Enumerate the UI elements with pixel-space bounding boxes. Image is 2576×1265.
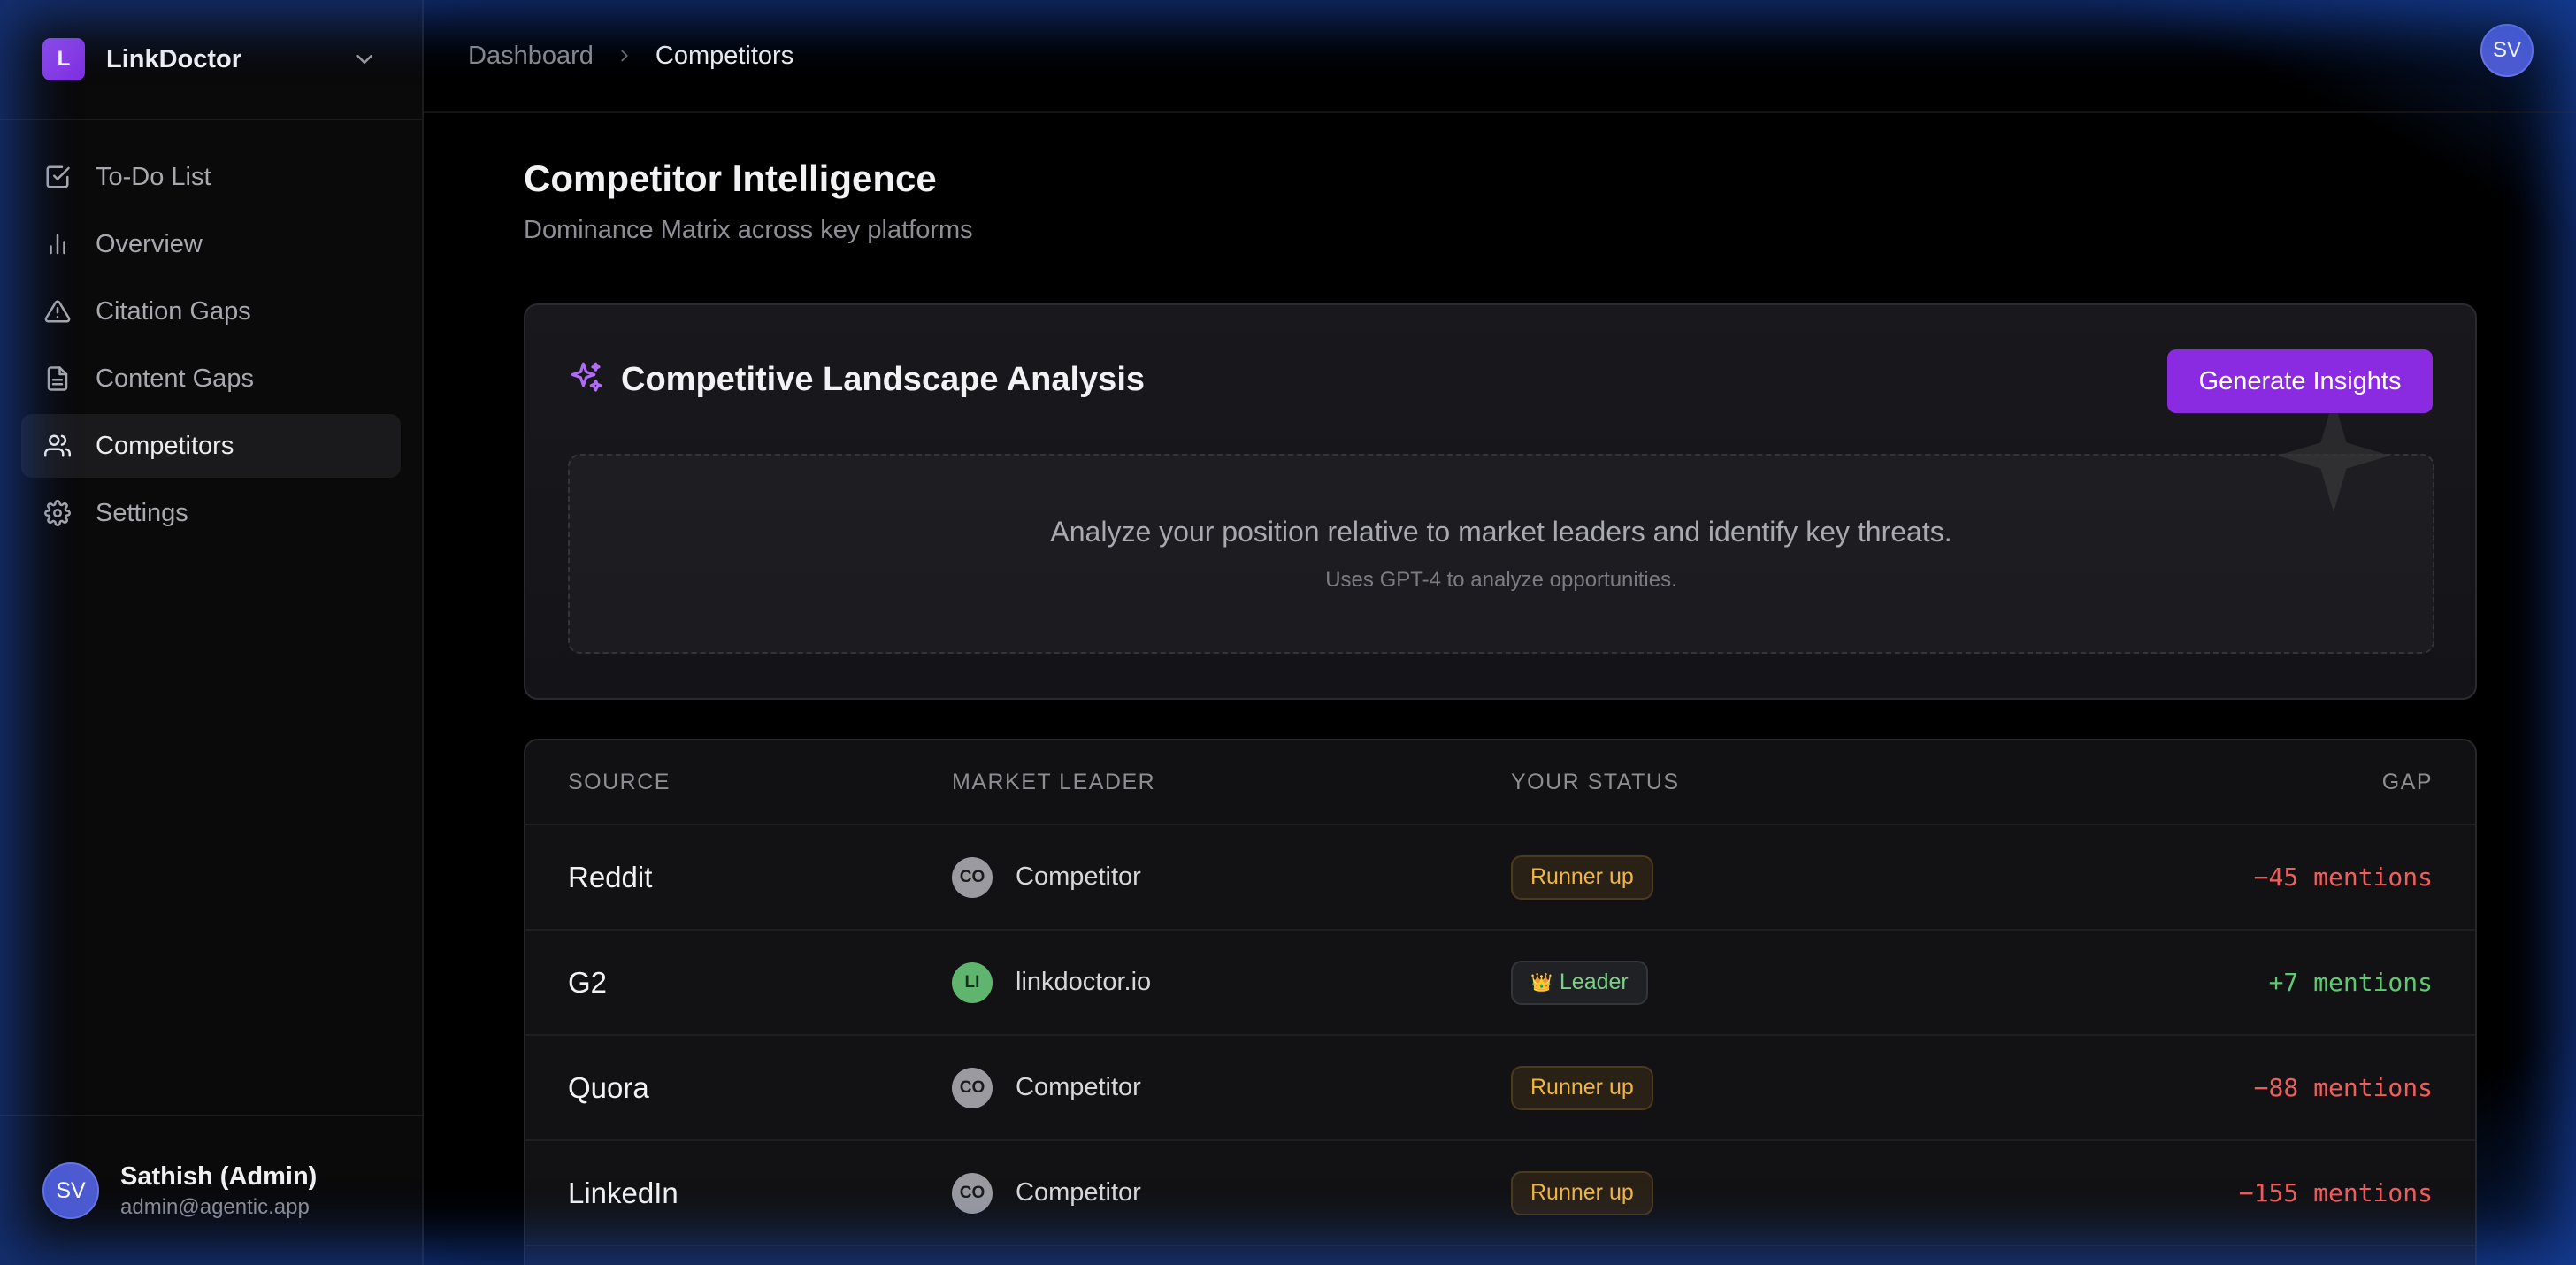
sidebar-item-competitors[interactable]: Competitors [21,414,401,478]
status-label: Leader [1559,970,1629,994]
source-name: LinkedIn [568,1176,678,1209]
table-row[interactable]: G2 LI linkdoctor.io 👑 Leader +7 mentions [525,931,2475,1036]
insights-placeholder: Analyze your position relative to market… [568,454,2434,654]
sidebar: L LinkDoctor To-Do List Overview Citatio… [0,0,424,1265]
main-content: Competitor Intelligence Dominance Matrix… [524,113,2477,1265]
status-badge: Runner up [1511,1065,1653,1110]
users-icon [44,434,71,457]
breadcrumb: Dashboard Competitors [468,42,794,71]
sidebar-item-label: To-Do List [96,162,211,191]
breadcrumb-current: Competitors [655,41,794,70]
table-row[interactable]: LinkedIn CO Competitor Runner up −155 me… [525,1141,2475,1246]
leader-avatar: CO [952,856,993,898]
app-logo: L [42,38,85,80]
leader-avatar: CO [952,1172,993,1214]
leader-avatar: LI [952,962,993,1003]
source-name: Quora [568,1070,649,1104]
warning-icon [44,300,71,323]
breadcrumb-dashboard[interactable]: Dashboard [468,42,594,71]
column-header-leader[interactable]: MARKET LEADER [952,770,1511,795]
status-badge: Runner up [1511,1170,1653,1215]
leader-name: Competitor [1016,862,1141,891]
sidebar-item-settings[interactable]: Settings [21,481,401,545]
leader-avatar: CO [952,1067,993,1108]
chevron-right-icon [615,46,634,65]
checkbox-icon [46,165,70,188]
avatar: SV [42,1162,99,1219]
leader-name: Competitor [1016,1073,1141,1101]
workspace-switcher[interactable]: L LinkDoctor [0,0,422,120]
chevron-down-icon[interactable] [351,46,378,77]
source-name: Reddit [568,860,653,893]
topbar: Dashboard Competitors SV [424,0,2576,113]
user-profile[interactable]: SV Sathish (Admin) admin@agentic.app [0,1115,422,1265]
sparkles-icon [568,359,605,401]
placeholder-note: Uses GPT-4 to analyze opportunities. [1325,567,1677,592]
sidebar-item-label: Settings [96,498,188,527]
sidebar-item-content-gaps[interactable]: Content Gaps [21,347,401,410]
analysis-card: Competitive Landscape Analysis Generate … [524,303,2477,700]
table-row[interactable]: Quora CO Competitor Runner up −88 mentio… [525,1036,2475,1141]
column-header-gap[interactable]: GAP [1865,770,2433,795]
gap-value: −88 mentions [2253,1073,2433,1102]
page-title: Competitor Intelligence [524,157,937,199]
user-name: Sathish (Admin) [120,1162,318,1191]
sidebar-item-citation-gaps[interactable]: Citation Gaps [21,280,401,343]
table-row[interactable]: Reddit CO Competitor Runner up −45 menti… [525,825,2475,931]
status-badge: 👑 Leader [1511,960,1648,1005]
sidebar-item-todo[interactable]: To-Do List [21,145,401,209]
leader-name: linkdoctor.io [1016,968,1152,996]
sidebar-item-label: Overview [96,229,203,258]
header-avatar[interactable]: SV [2480,24,2534,77]
gap-value: −45 mentions [2253,862,2433,892]
sidebar-item-label: Competitors [96,431,234,460]
bar-chart-icon [50,234,65,255]
sidebar-item-label: Citation Gaps [96,296,251,326]
page-subtitle: Dominance Matrix across key platforms [524,216,973,244]
gap-value: −155 mentions [2238,1178,2433,1208]
table-header: SOURCE MARKET LEADER YOUR STATUS GAP [525,740,2475,825]
app-name: LinkDoctor [106,44,242,73]
card-title: Competitive Landscape Analysis [621,360,1146,398]
crown-icon: 👑 [1530,973,1552,993]
leader-name: Competitor [1016,1178,1141,1207]
generate-insights-button[interactable]: Generate Insights [2167,349,2433,413]
sidebar-item-overview[interactable]: Overview [21,212,401,276]
user-email: admin@agentic.app [120,1194,310,1219]
sidebar-nav: To-Do List Overview Citation Gaps Conten… [0,120,422,545]
sidebar-item-label: Content Gaps [96,364,254,393]
gap-value: +7 mentions [2268,968,2433,997]
status-badge: Runner up [1511,855,1653,900]
column-header-status[interactable]: YOUR STATUS [1511,770,1865,795]
competitor-table: SOURCE MARKET LEADER YOUR STATUS GAP Red… [524,739,2477,1265]
gear-icon [44,500,71,526]
document-icon [47,366,68,391]
column-header-source[interactable]: SOURCE [568,770,952,795]
app-window: L LinkDoctor To-Do List Overview Citatio… [0,0,2576,1265]
source-name: G2 [568,965,608,999]
placeholder-message: Analyze your position relative to market… [1050,515,1952,548]
